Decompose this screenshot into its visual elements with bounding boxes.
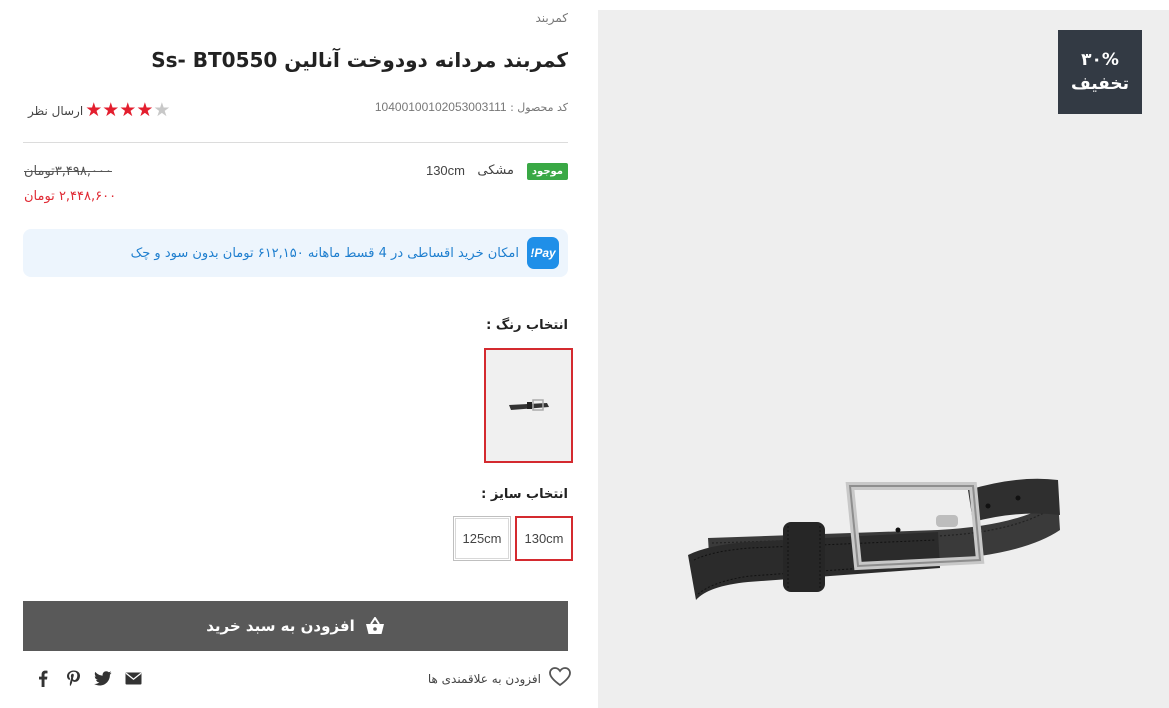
discount-percent: ۳۰% [1081, 50, 1119, 70]
star-icon[interactable]: ★ [136, 101, 153, 120]
pay-icon: Pay! [527, 237, 559, 269]
heart-icon [549, 667, 571, 691]
product-title: کمربند مردانه دودوخت آنالین Ss- BT0550 [151, 48, 568, 72]
sku-value: 10400100102053003111 [374, 100, 507, 114]
color-select-label: انتخاب رنگ : [486, 318, 568, 333]
product-image-panel[interactable]: ۳۰% تخفیف [598, 10, 1169, 708]
review-link[interactable]: ارسال نظر [28, 104, 83, 118]
color-swatch-black[interactable] [484, 348, 573, 463]
facebook-icon[interactable] [28, 668, 58, 688]
shopping-basket-icon [365, 617, 385, 635]
size-select-label: انتخاب سایز : [481, 487, 568, 502]
divider [23, 142, 568, 143]
email-icon[interactable] [118, 668, 148, 688]
add-to-cart-button[interactable]: افزودن به سبد خرید [23, 601, 568, 651]
pinterest-icon[interactable] [58, 668, 88, 688]
share-links [28, 668, 148, 688]
belt-thumbnail-icon [508, 398, 549, 411]
twitter-icon[interactable] [88, 668, 118, 688]
size-option-label: 125cm [455, 518, 509, 559]
discount-badge: ۳۰% تخفیف [1058, 30, 1142, 114]
star-icon[interactable]: ★ [102, 101, 119, 120]
stock-badge: موجود [526, 163, 568, 180]
old-price: ۳,۴۹۸,۰۰۰تومان [24, 164, 112, 179]
new-price: ۲,۴۴۸,۶۰۰ تومان [24, 189, 117, 204]
wishlist-label: افزودن به علاقمندی ها [427, 672, 541, 686]
rating-stars: ★ ★ ★ ★ ★ [85, 101, 170, 120]
product-image-belt [688, 478, 1060, 600]
selected-color-value: مشکی [477, 163, 514, 178]
add-to-cart-label: افزودن به سبد خرید [206, 617, 355, 635]
size-option-125cm[interactable]: 125cm [453, 516, 511, 561]
installment-banner: Pay! امکان خرید اقساطی در 4 قسط ماهانه ۶… [23, 229, 568, 277]
star-icon[interactable]: ★ [85, 101, 102, 120]
star-icon[interactable]: ★ [119, 101, 136, 120]
add-to-wishlist[interactable]: افزودن به علاقمندی ها [428, 667, 571, 691]
size-option-130cm[interactable]: 130cm [515, 516, 573, 561]
breadcrumb[interactable]: کمربند [535, 11, 568, 25]
installment-text: امکان خرید اقساطی در 4 قسط ماهانه ۶۱۲,۱۵… [130, 245, 519, 261]
product-sku: کد محصول : 10400100102053003111 [375, 100, 568, 114]
discount-label: تخفیف [1070, 74, 1130, 94]
selected-size-value: 130cm [425, 163, 465, 178]
sku-label: کد محصول : [510, 101, 568, 114]
star-empty-icon[interactable]: ★ [153, 101, 170, 120]
product-rating: ارسال نظر ★ ★ ★ ★ ★ [28, 101, 170, 120]
